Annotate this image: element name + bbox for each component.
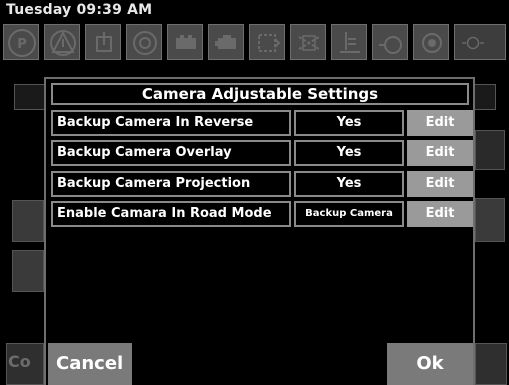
setting-row: Enable Camara In Road Mode Backup Camera…	[51, 201, 473, 227]
camera-settings-dialog: Camera Adjustable Settings Backup Camera…	[44, 77, 475, 385]
transmission-icon	[249, 24, 285, 60]
background-right-panel-top	[475, 130, 505, 170]
general-warning-icon	[44, 24, 80, 60]
setting-value: Yes	[294, 140, 404, 166]
edit-backup-camera-projection-button[interactable]: Edit	[407, 171, 473, 197]
cancel-button[interactable]: Cancel	[48, 343, 132, 385]
warning-indicator-icon	[454, 24, 506, 60]
parking-brake-icon: P	[3, 24, 39, 60]
background-bottom-right-button	[475, 343, 507, 385]
setting-label: Backup Camera In Reverse	[51, 110, 291, 136]
fuel-filter-icon	[331, 24, 367, 60]
setting-value: Yes	[294, 110, 404, 136]
air-filter-icon	[290, 24, 326, 60]
edit-backup-camera-overlay-button[interactable]: Edit	[407, 140, 473, 166]
status-time: Tuesday 09:39 AM	[6, 2, 153, 18]
engine-icon	[208, 24, 244, 60]
setting-label: Backup Camera Overlay	[51, 140, 291, 166]
setting-label: Enable Camara In Road Mode	[51, 201, 291, 227]
background-left-panel-2	[12, 250, 44, 292]
setting-row: Backup Camera Overlay Yes Edit	[51, 140, 473, 166]
edit-enable-camera-road-mode-button[interactable]: Edit	[407, 201, 473, 227]
background-right-panel	[475, 198, 505, 242]
coolant-temperature-icon	[85, 24, 121, 60]
svg-text:P: P	[17, 37, 27, 52]
battery-icon	[167, 24, 203, 60]
setting-value: Backup Camera	[294, 201, 404, 227]
setting-value: Yes	[294, 171, 404, 197]
setting-label: Backup Camera Projection	[51, 171, 291, 197]
dialog-title: Camera Adjustable Settings	[51, 83, 469, 105]
tire-pressure-icon	[126, 24, 162, 60]
background-left-panel-1	[12, 200, 44, 242]
setting-row: Backup Camera Projection Yes Edit	[51, 171, 473, 197]
edit-backup-camera-in-reverse-button[interactable]: Edit	[407, 110, 473, 136]
setting-row: Backup Camera In Reverse Yes Edit	[51, 110, 473, 136]
background-bottom-left-text: Co	[8, 352, 31, 371]
oil-pressure-icon	[372, 24, 408, 60]
ok-button[interactable]: Ok	[387, 343, 473, 385]
brake-icon	[413, 24, 449, 60]
